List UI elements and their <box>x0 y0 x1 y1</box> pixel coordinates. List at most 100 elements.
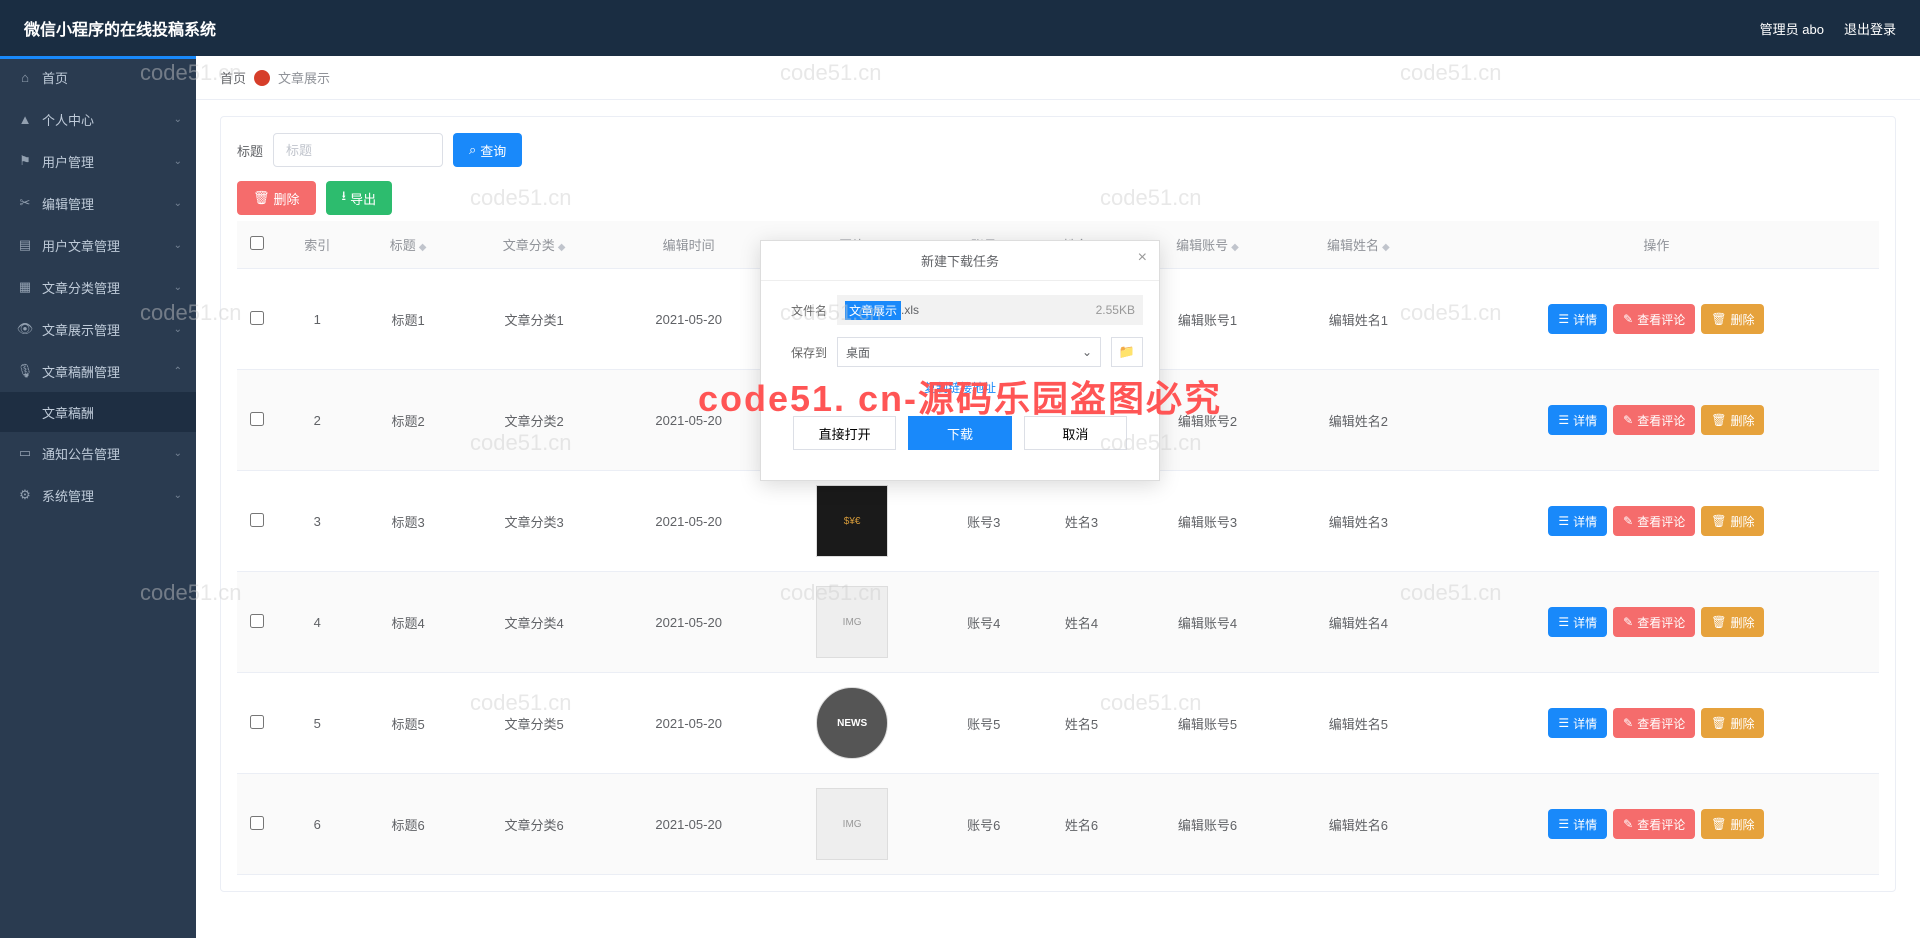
detail-button[interactable]: ☰ 详情 <box>1548 405 1607 435</box>
select-all-checkbox[interactable] <box>250 236 264 250</box>
grid-icon: ▦ <box>18 280 32 294</box>
cell-date: 2021-05-20 <box>610 269 768 370</box>
modal-title: 新建下载任务 <box>921 254 999 269</box>
sidebar-item-scissors[interactable]: ✂编辑管理⌄ <box>0 182 196 224</box>
cell-image: $¥€ <box>768 471 937 572</box>
cell-title: 标题4 <box>358 572 459 673</box>
browse-folder-button[interactable]: 📁 <box>1111 337 1143 367</box>
cell-account: 账号5 <box>937 673 1031 774</box>
filename-field[interactable]: 文章展示 .xls 2.55KB <box>837 295 1143 325</box>
chevron-down-icon: ⌄ <box>174 156 182 167</box>
sidebar-item-gear[interactable]: ⚙系统管理⌄ <box>0 474 196 516</box>
cell-category: 文章分类6 <box>459 774 610 875</box>
edit-icon: ✎ <box>1623 312 1633 326</box>
table-row: 6标题6文章分类62021-05-20IMG账号6姓名6编辑账号6编辑姓名6 ☰… <box>237 774 1879 875</box>
save-select[interactable]: 桌面 ⌄ <box>837 337 1101 367</box>
sidebar-item-bell[interactable]: ▭通知公告管理⌄ <box>0 432 196 474</box>
row-delete-button[interactable]: 🗑 删除 <box>1701 405 1764 435</box>
comment-button[interactable]: ✎ 查看评论 <box>1613 506 1695 536</box>
row-delete-button[interactable]: 🗑 删除 <box>1701 506 1764 536</box>
cell-editor-name: 编辑姓名1 <box>1283 269 1434 370</box>
export-button[interactable]: ⭳ 导出 <box>326 181 393 215</box>
detail-button[interactable]: ☰ 详情 <box>1548 607 1607 637</box>
breadcrumb-home[interactable]: 首页 <box>220 68 246 87</box>
edit-icon: ✎ <box>1623 615 1633 629</box>
search-button[interactable]: ⌕ 查询 <box>453 133 522 167</box>
download-button[interactable]: 下载 <box>908 416 1011 450</box>
chevron-down-icon: ⌄ <box>174 198 182 209</box>
title-input[interactable] <box>273 133 443 167</box>
row-delete-button[interactable]: 🗑 删除 <box>1701 809 1764 839</box>
cell-category: 文章分类2 <box>459 370 610 471</box>
toolbar: 🗑 删除 ⭳ 导出 <box>237 181 1879 215</box>
sidebar-item-mic[interactable]: 🎙文章稿酬管理⌃ <box>0 350 196 392</box>
sidebar-item-doc[interactable]: ▤用户文章管理⌄ <box>0 224 196 266</box>
row-checkbox[interactable] <box>250 614 264 628</box>
row-thumbnail: NEWS <box>816 687 888 759</box>
row-delete-button[interactable]: 🗑 删除 <box>1701 304 1764 334</box>
cell-category: 文章分类5 <box>459 673 610 774</box>
comment-button[interactable]: ✎ 查看评论 <box>1613 405 1695 435</box>
column-header: 编辑时间 <box>610 221 768 269</box>
cell-title: 标题5 <box>358 673 459 774</box>
row-checkbox[interactable] <box>250 412 264 426</box>
list-icon: ☰ <box>1558 716 1569 730</box>
row-checkbox[interactable] <box>250 816 264 830</box>
sidebar-item-user[interactable]: ▲个人中心⌄ <box>0 98 196 140</box>
row-checkbox[interactable] <box>250 513 264 527</box>
admin-name[interactable]: 管理员 abo <box>1760 19 1824 38</box>
edit-icon: ✎ <box>1623 413 1633 427</box>
sidebar-item-eye[interactable]: 👁文章展示管理⌄ <box>0 308 196 350</box>
detail-button[interactable]: ☰ 详情 <box>1548 506 1607 536</box>
cell-image: IMG <box>768 774 937 875</box>
cell-index: 6 <box>277 774 358 875</box>
cell-image: NEWS <box>768 673 937 774</box>
column-header[interactable]: 标题◆ <box>358 221 459 269</box>
sidebar-item-home[interactable]: ⌂首页 <box>0 56 196 98</box>
detail-button[interactable]: ☰ 详情 <box>1548 708 1607 738</box>
cell-editor-name: 编辑姓名4 <box>1283 572 1434 673</box>
cell-account: 账号6 <box>937 774 1031 875</box>
cancel-button[interactable]: 取消 <box>1024 416 1127 450</box>
cell-index: 2 <box>277 370 358 471</box>
app-header: 微信小程序的在线投稿系统 管理员 abo 退出登录 <box>0 0 1920 56</box>
delete-button[interactable]: 🗑 删除 <box>237 181 316 215</box>
gear-icon: ⚙ <box>18 488 32 502</box>
row-checkbox[interactable] <box>250 311 264 325</box>
edit-icon: ✎ <box>1623 514 1633 528</box>
comment-button[interactable]: ✎ 查看评论 <box>1613 607 1695 637</box>
logout-link[interactable]: 退出登录 <box>1844 19 1896 38</box>
close-icon[interactable]: × <box>1138 249 1147 267</box>
row-delete-button[interactable]: 🗑 删除 <box>1701 607 1764 637</box>
column-header[interactable]: 编辑姓名◆ <box>1283 221 1434 269</box>
copy-link[interactable]: 复制链接地址 <box>924 381 996 395</box>
row-delete-button[interactable]: 🗑 删除 <box>1701 708 1764 738</box>
detail-button[interactable]: ☰ 详情 <box>1548 304 1607 334</box>
content-panel: 标题 ⌕ 查询 🗑 删除 ⭳ 导出 索引标题◆文章分类◆编辑时间图片账号姓名 <box>220 116 1896 892</box>
open-directly-button[interactable]: 直接打开 <box>793 416 896 450</box>
sort-icon: ◆ <box>1382 242 1390 253</box>
table-row: 4标题4文章分类42021-05-20IMG账号4姓名4编辑账号4编辑姓名4 ☰… <box>237 572 1879 673</box>
row-checkbox[interactable] <box>250 715 264 729</box>
cell-account: 账号3 <box>937 471 1031 572</box>
cell-name: 姓名5 <box>1031 673 1132 774</box>
column-header: 索引 <box>277 221 358 269</box>
column-header[interactable]: 文章分类◆ <box>459 221 610 269</box>
sidebar-item-grid[interactable]: ▦文章分类管理⌄ <box>0 266 196 308</box>
comment-button[interactable]: ✎ 查看评论 <box>1613 809 1695 839</box>
comment-button[interactable]: ✎ 查看评论 <box>1613 304 1695 334</box>
cell-name: 姓名6 <box>1031 774 1132 875</box>
flag-icon: ⚑ <box>18 154 32 168</box>
cell-editor-name: 编辑姓名5 <box>1283 673 1434 774</box>
filename-selected: 文章展示 <box>845 301 901 320</box>
list-icon: ☰ <box>1558 413 1569 427</box>
list-icon: ☰ <box>1558 615 1569 629</box>
sidebar-subitem[interactable]: 文章稿酬 <box>0 392 196 432</box>
cell-title: 标题1 <box>358 269 459 370</box>
detail-button[interactable]: ☰ 详情 <box>1548 809 1607 839</box>
sidebar-item-flag[interactable]: ⚑用户管理⌄ <box>0 140 196 182</box>
cell-editor-name: 编辑姓名2 <box>1283 370 1434 471</box>
comment-button[interactable]: ✎ 查看评论 <box>1613 708 1695 738</box>
chevron-down-icon: ⌄ <box>174 282 182 293</box>
user-icon: ▲ <box>18 112 32 126</box>
